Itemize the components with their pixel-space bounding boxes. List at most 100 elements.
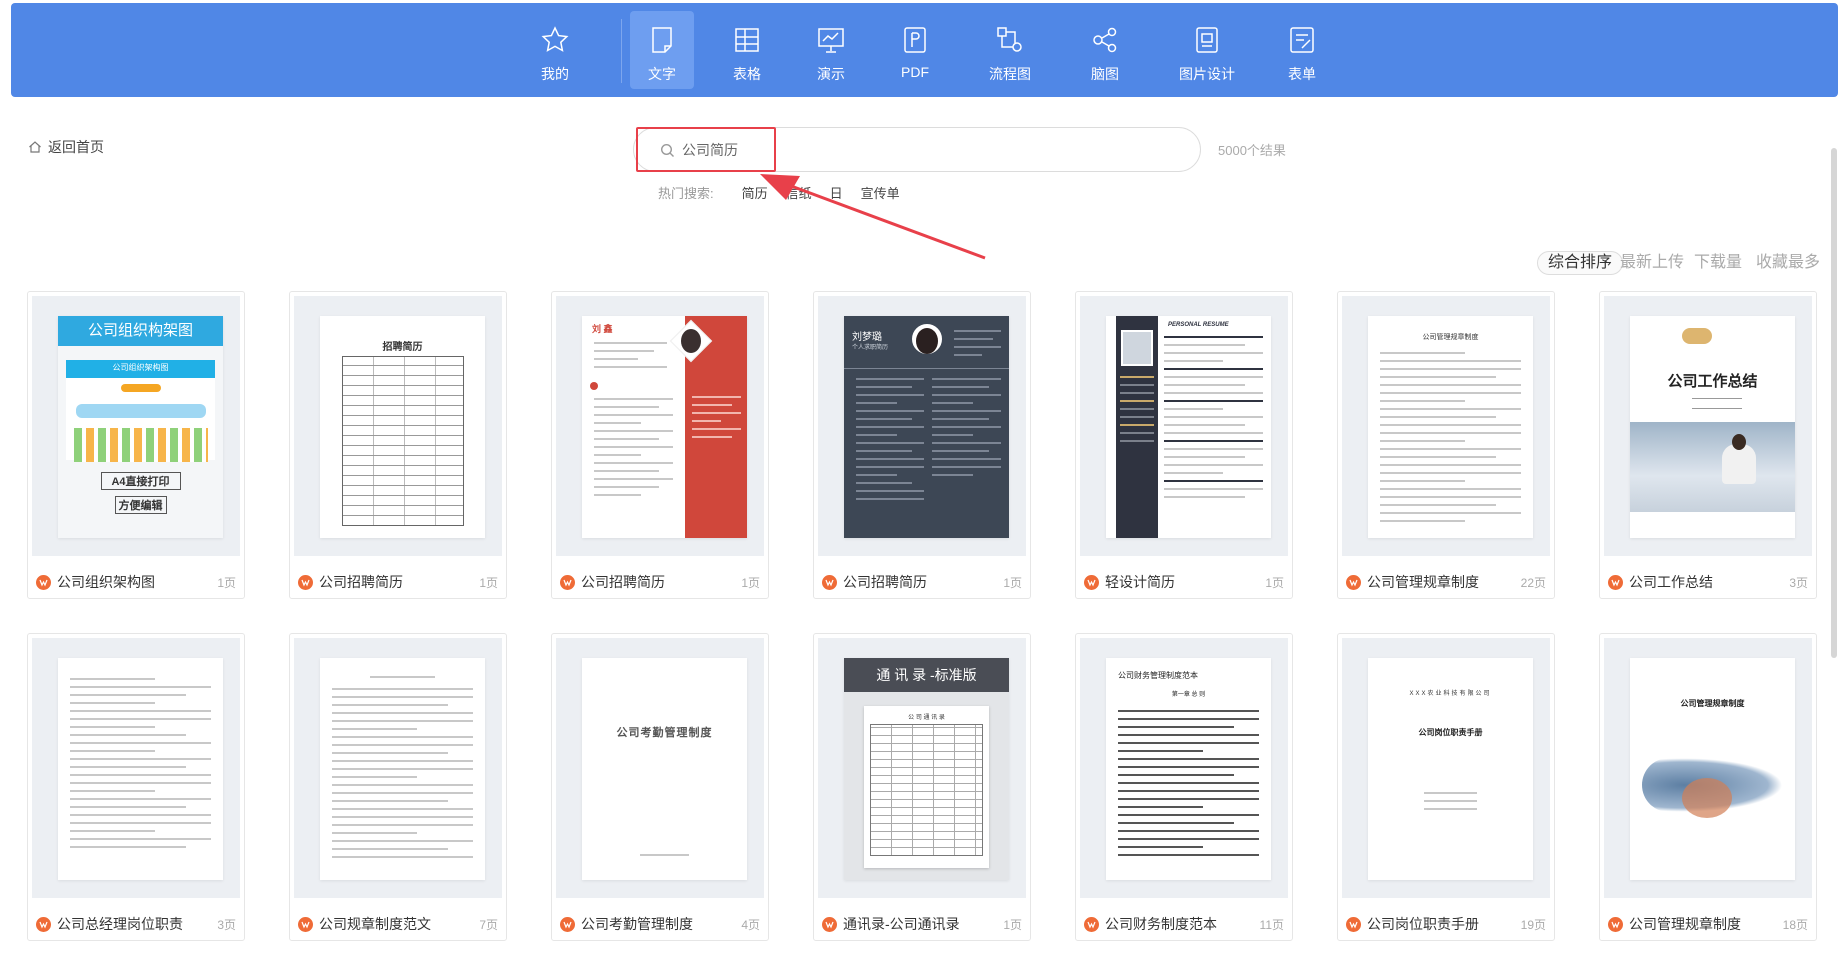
category-mindmap[interactable]: 脑图 <box>1073 11 1137 89</box>
card-footer: 公司财务制度范本 11页 <box>1084 914 1284 934</box>
result-count: 5000个结果 <box>1218 143 1286 158</box>
wps-doc-icon <box>1608 916 1623 932</box>
category-label: 表格 <box>733 66 761 82</box>
category-label: 演示 <box>817 66 845 82</box>
card-pages: 7页 <box>479 917 498 932</box>
template-card[interactable]: 公司考勤管理制度 公司考勤管理制度 4页 <box>551 633 769 941</box>
card-title: 公司管理规章制度 <box>1629 916 1741 932</box>
thumbnail: 通 讯 录 -标准版 公 司 通 讯 录 <box>818 638 1026 898</box>
hot-search-item[interactable]: 宣传单 <box>861 183 900 202</box>
hot-search-item[interactable]: 信纸 <box>786 183 812 202</box>
card-footer: 公司招聘简历 1页 <box>560 572 760 592</box>
sort-latest[interactable]: 最新上传 <box>1620 251 1684 275</box>
preview-title: 招聘简历 <box>382 342 423 353</box>
thumbnail: 公司管理规章制度 <box>1604 638 1812 898</box>
thumbnail: 刘 鑫 <box>556 296 764 556</box>
card-title: 公司招聘简历 <box>581 574 665 590</box>
hot-search-item[interactable]: 简历 <box>742 183 768 202</box>
card-pages: 1页 <box>741 575 760 590</box>
doc-text-preview <box>58 658 223 880</box>
mindmap-icon <box>1093 27 1117 53</box>
wps-doc-icon <box>1084 574 1099 590</box>
category-label: 我的 <box>541 66 569 82</box>
category-label: 流程图 <box>989 66 1031 82</box>
card-footer: 公司组织架构图 1页 <box>36 572 236 592</box>
card-pages: 1页 <box>1265 575 1284 590</box>
sort-comprehensive[interactable]: 综合排序 <box>1537 251 1624 275</box>
preview-title: 公司岗位职责手册 <box>1418 728 1483 737</box>
home-icon <box>29 141 41 153</box>
directory-preview: 通 讯 录 -标准版 公 司 通 讯 录 <box>844 658 1009 880</box>
wps-doc-icon <box>36 574 51 590</box>
card-pages: 1页 <box>217 575 236 590</box>
flowchart-icon <box>997 27 1022 52</box>
template-card[interactable]: XXX农业科技有限公司 公司岗位职责手册 公司岗位职责手册 19页 <box>1337 633 1555 941</box>
card-pages: 1页 <box>1003 575 1022 590</box>
preview-name: 刘 鑫 <box>592 324 613 334</box>
preview-title: 公司管理规章制度 <box>1422 334 1479 341</box>
template-card[interactable]: 刘梦璐 个人求职简历 公司招聘简历 1页 <box>813 291 1031 599</box>
thumbnail <box>294 638 502 898</box>
card-title: 公司招聘简历 <box>319 574 403 590</box>
back-home-label: 返回首页 <box>48 139 104 155</box>
preview-subtitle: 个人求职简历 <box>852 345 889 351</box>
template-card[interactable]: 公司财务管理制度范本 第一章 总 则 公司财务制度范本 11页 <box>1075 633 1293 941</box>
card-footer: 公司管理规章制度 18页 <box>1608 914 1808 934</box>
card-title: 公司考勤管理制度 <box>581 916 693 932</box>
template-card[interactable]: 通 讯 录 -标准版 公 司 通 讯 录 通讯录-公司通讯录 1页 <box>813 633 1031 941</box>
category-flowchart[interactable]: 流程图 <box>978 11 1042 89</box>
wps-doc-icon <box>1084 916 1099 932</box>
finance-preview: 公司财务管理制度范本 第一章 总 则 <box>1106 658 1271 880</box>
card-footer: 公司考勤管理制度 4页 <box>560 914 760 934</box>
category-pdf[interactable]: PDF <box>883 11 947 89</box>
card-title: 公司总经理岗位职责 <box>57 916 183 932</box>
card-footer: 公司总经理岗位职责 3页 <box>36 914 236 934</box>
thumbnail: PERSONAL RESUME <box>1080 296 1288 556</box>
wps-doc-icon <box>1346 574 1361 590</box>
category-label: 脑图 <box>1091 66 1119 82</box>
template-card[interactable]: 公司工作总结 公司工作总结 3页 <box>1599 291 1817 599</box>
card-footer: 公司招聘简历 1页 <box>822 572 1022 592</box>
template-card[interactable]: 公司管理规章制度 公司管理规章制度 22页 <box>1337 291 1555 599</box>
preview-subtitle: 第一章 总 则 <box>1171 692 1206 698</box>
template-card[interactable]: 公司管理规章制度 公司管理规章制度 18页 <box>1599 633 1817 941</box>
category-label: 表单 <box>1288 66 1316 82</box>
category-image-design[interactable]: 图片设计 <box>1168 11 1246 89</box>
thumbnail: 公司财务管理制度范本 第一章 总 则 <box>1080 638 1288 898</box>
resume-dark-preview: 刘梦璐 个人求职简历 <box>844 316 1009 538</box>
card-pages: 3页 <box>217 917 236 932</box>
wps-doc-icon <box>560 916 575 932</box>
back-home-link[interactable]: 返回首页 <box>28 137 104 157</box>
template-card[interactable]: PERSONAL RESUME 轻设计简历 1页 <box>1075 291 1293 599</box>
card-pages: 22页 <box>1520 575 1546 590</box>
category-text[interactable]: 文字 <box>630 11 694 89</box>
card-title: 公司管理规章制度 <box>1367 574 1479 590</box>
template-card[interactable]: 招聘简历 公司招聘简历 1页 <box>289 291 507 599</box>
thumbnail: 公司管理规章制度 <box>1342 296 1550 556</box>
preview-label: 方便编辑 <box>114 496 167 514</box>
category-form[interactable]: 表单 <box>1270 11 1334 89</box>
preview-title: 公司组织构架图 <box>58 316 223 346</box>
scrollbar[interactable] <box>1831 148 1837 658</box>
image-design-icon <box>1196 27 1218 53</box>
star-icon <box>541 26 569 52</box>
template-card[interactable]: 公司总经理岗位职责 3页 <box>27 633 245 941</box>
preview-title: PERSONAL RESUME <box>1168 322 1229 328</box>
thumbnail <box>32 638 240 898</box>
document-icon <box>652 27 672 53</box>
template-card[interactable]: 刘 鑫 公司招聘简历 1页 <box>551 291 769 599</box>
card-footer: 轻设计简历 1页 <box>1084 572 1284 592</box>
sort-downloads[interactable]: 下载量 <box>1694 251 1742 275</box>
category-presentation[interactable]: 演示 <box>799 11 863 89</box>
template-card[interactable]: 公司组织构架图 公司组织架构图 A4直接打印 方便编辑 公司组织架构图 1页 <box>27 291 245 599</box>
template-card[interactable]: 公司规章制度范文 7页 <box>289 633 507 941</box>
sort-favorites[interactable]: 收藏最多 <box>1756 251 1820 275</box>
search-highlight-box <box>636 127 776 172</box>
card-pages: 18页 <box>1782 917 1808 932</box>
preview-title: 通 讯 录 -标准版 <box>844 658 1009 692</box>
category-mine[interactable]: 我的 <box>523 11 587 89</box>
wps-doc-icon <box>298 574 313 590</box>
category-table[interactable]: 表格 <box>715 11 779 89</box>
category-label: 图片设计 <box>1179 66 1235 82</box>
hot-search-item[interactable]: 日 <box>830 183 843 202</box>
